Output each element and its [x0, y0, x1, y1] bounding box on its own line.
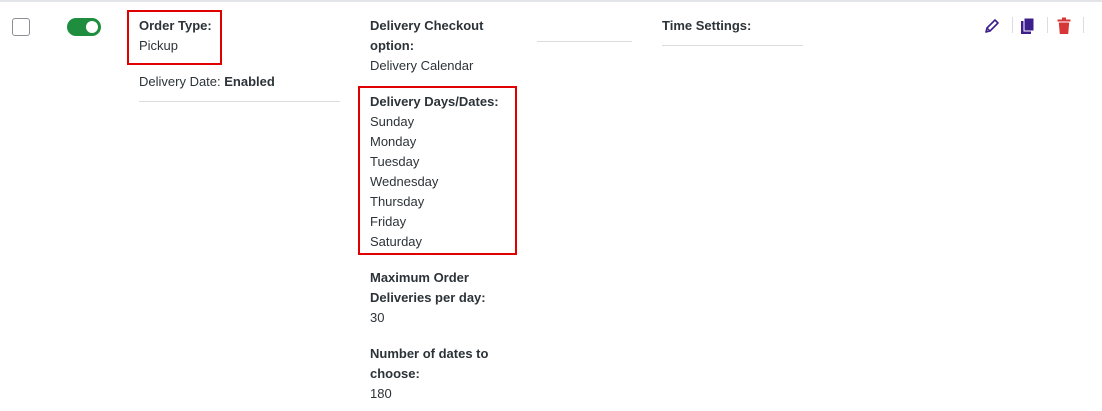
delivery-date-label: Delivery Date: [139, 74, 221, 89]
enable-toggle[interactable] [67, 18, 101, 36]
divider-2 [1047, 17, 1048, 33]
toggle-knob [86, 21, 98, 33]
day-item: Tuesday [370, 154, 420, 169]
day-item: Wednesday [370, 174, 439, 189]
duplicate-icon[interactable] [1020, 17, 1036, 35]
checkout-option-label-1: Delivery Checkout [370, 18, 484, 33]
max-orders-label-1: Maximum Order [370, 270, 469, 285]
dates-to-choose-value: 180 [370, 386, 392, 401]
time-settings-label: Time Settings: [662, 18, 752, 33]
col3-divider [662, 45, 803, 46]
dates-to-choose-label-2: choose: [370, 366, 420, 381]
day-item: Sunday [370, 114, 415, 129]
day-item: Friday [370, 214, 407, 229]
delivery-days-label: Delivery Days/Dates: [370, 94, 499, 109]
row-top-border [0, 0, 1102, 2]
max-orders-value: 30 [370, 310, 385, 325]
dates-to-choose-label-1: Number of dates to [370, 346, 489, 361]
divider-3 [1083, 17, 1084, 33]
col2-divider [537, 41, 632, 42]
day-item: Monday [370, 134, 417, 149]
pencil-icon[interactable] [984, 18, 1000, 34]
delivery-date-line: Delivery Date: Enabled [139, 72, 275, 92]
divider-1 [1012, 17, 1013, 33]
row-select-checkbox[interactable] [12, 18, 30, 36]
checkout-option-label-2: option: [370, 38, 415, 53]
order-type-value: Pickup [139, 38, 179, 53]
delivery-date-value: Enabled [224, 74, 275, 89]
trash-icon[interactable] [1057, 17, 1071, 35]
delivery-days-list: Sunday Monday Tuesday Wednesday Thursday… [370, 112, 438, 252]
order-type-label: Order Type: [139, 18, 212, 33]
col1-divider [139, 101, 340, 102]
checkout-option-value: Delivery Calendar [370, 58, 474, 73]
max-orders-label-2: Deliveries per day: [370, 290, 486, 305]
day-item: Saturday [370, 234, 423, 249]
day-item: Thursday [370, 194, 425, 209]
